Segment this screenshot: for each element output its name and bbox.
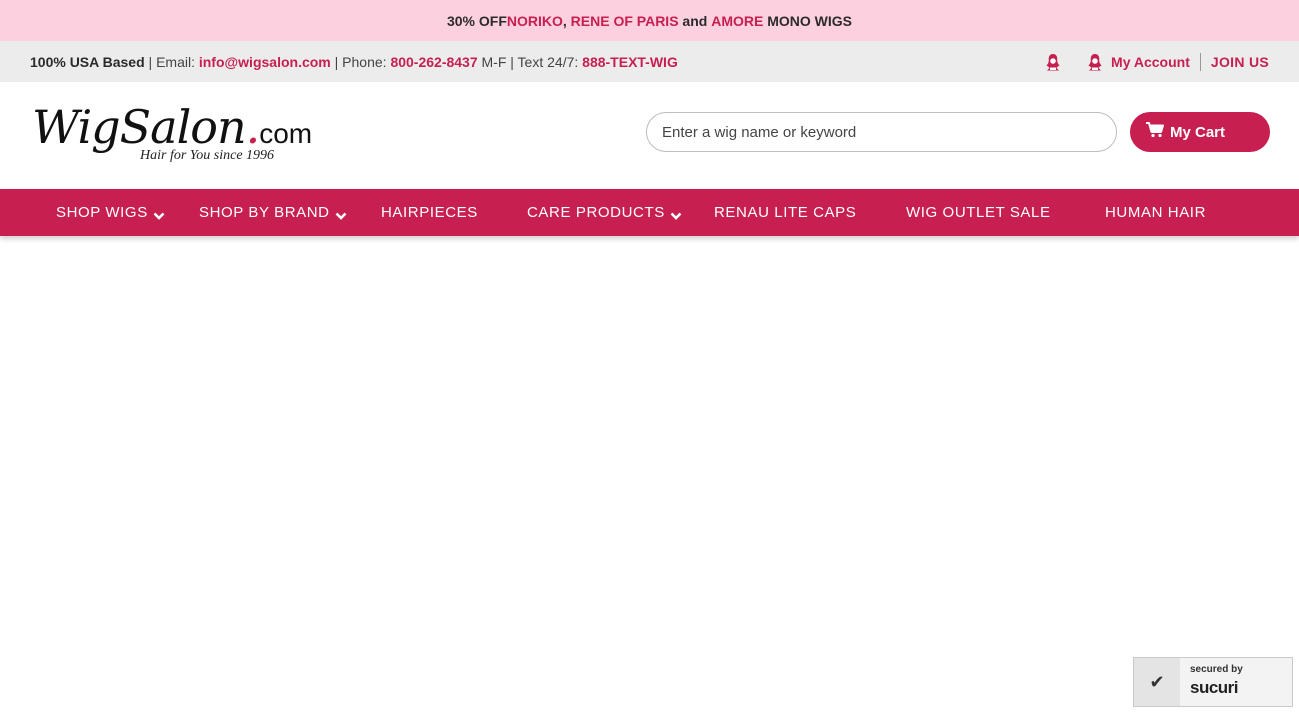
phone-link[interactable]: 800-262-8437 [390, 54, 477, 70]
nav-label: HAIRPIECES [381, 204, 478, 221]
checkmark-icon: ✔ [1134, 658, 1180, 706]
wishlist-user-icon[interactable] [1043, 52, 1063, 72]
nav-renau-lite-caps[interactable]: RENAU LITE CAPS [714, 189, 856, 236]
nav-shop-by-brand[interactable]: SHOP BY BRAND [199, 189, 347, 236]
promo-comma: , [562, 12, 571, 29]
promo-brand-noriko[interactable]: NORIKO [507, 13, 563, 29]
chevron-down-icon [670, 208, 682, 220]
promo-prefix: 30% OFF [446, 12, 507, 29]
nav-hairpieces[interactable]: HAIRPIECES [381, 189, 478, 236]
promo-and: and [678, 12, 712, 29]
nav-shop-wigs[interactable]: SHOP WIGS [56, 189, 165, 236]
logo-wordmark: WigSalon.com [32, 100, 313, 154]
nav-label: CARE PRODUCTS [527, 204, 665, 221]
account-user-icon[interactable] [1085, 52, 1105, 72]
nav-label: RENAU LITE CAPS [714, 204, 857, 221]
search-input[interactable] [646, 112, 1117, 152]
divider [1199, 52, 1201, 71]
cart-label: My Cart [1170, 123, 1226, 141]
promo-brand-rene-of-paris[interactable]: RENE OF PARIS [571, 13, 679, 29]
site-logo[interactable]: WigSalon.com Hair for You since 1996 [30, 100, 312, 170]
site-header: WigSalon.com Hair for You since 1996 My … [0, 82, 1299, 189]
promo-banner[interactable]: 30% OFF NORIKO , RENE OF PARIS and AMORE… [0, 0, 1299, 41]
text-number-link[interactable]: 888-TEXT-WIG [582, 54, 678, 70]
nav-human-hair[interactable]: HUMAN HAIR [1105, 189, 1206, 236]
account-links: My Account JOIN US [1043, 52, 1269, 72]
promo-brand-amore[interactable]: AMORE [711, 13, 763, 29]
chevron-down-icon [335, 208, 347, 220]
chevron-down-icon [153, 208, 165, 220]
main-navigation: SHOP WIGS SHOP BY BRAND HAIRPIECES CARE … [0, 189, 1299, 236]
security-badge[interactable]: ✔ secured by sucuri [1133, 657, 1293, 707]
sucuri-logo: sucuri [1190, 678, 1239, 697]
nav-label: SHOP WIGS [56, 204, 148, 221]
nav-wig-outlet-sale[interactable]: WIG OUTLET SALE [906, 189, 1051, 236]
my-account-link[interactable]: My Account [1111, 54, 1190, 70]
my-cart-button[interactable]: My Cart [1130, 112, 1270, 152]
secured-by-text: secured by [1190, 664, 1243, 675]
nav-label: WIG OUTLET SALE [906, 204, 1051, 221]
contact-info-bar: 100% USA Based | Email: info@wigsalon.co… [0, 41, 1299, 82]
cart-icon [1146, 122, 1164, 142]
promo-suffix: MONO WIGS [763, 12, 853, 29]
nav-label: SHOP BY BRAND [199, 204, 330, 221]
logo-tagline: Hair for You since 1996 [140, 148, 275, 163]
usa-based-text: 100% USA Based [30, 53, 145, 70]
nav-care-products[interactable]: CARE PRODUCTS [527, 189, 682, 236]
nav-label: HUMAN HAIR [1105, 204, 1207, 221]
email-link[interactable]: info@wigsalon.com [199, 54, 331, 70]
phone-label: | Phone: [330, 53, 391, 70]
text-label: M-F | Text 24/7: [477, 53, 583, 70]
email-label: | Email: [144, 53, 199, 70]
join-us-link[interactable]: JOIN US [1211, 54, 1269, 70]
